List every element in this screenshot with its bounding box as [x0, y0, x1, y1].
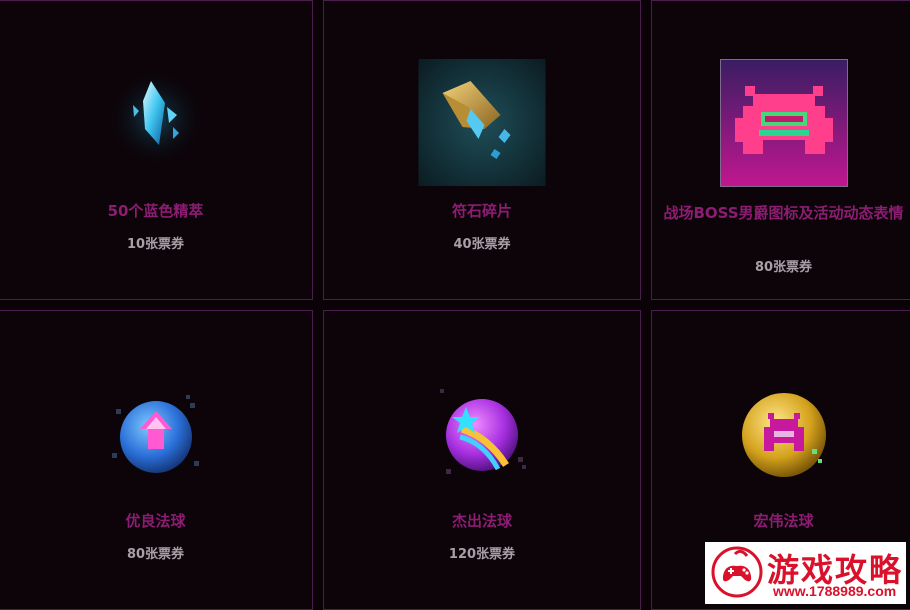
reward-card-good-orb[interactable]: 优良法球 80张票券	[0, 310, 313, 610]
blue-orb-icon	[106, 391, 206, 481]
watermark: 游戏攻略 www.1788989.com	[705, 542, 906, 604]
reward-card-boss-icon[interactable]: 战场BOSS男爵图标及活动动态表情 80张票券	[651, 0, 910, 300]
gold-orb-icon	[734, 387, 834, 483]
watermark-url: www.1788989.com	[773, 583, 897, 599]
reward-name: 优良法球	[125, 512, 186, 530]
purple-orb-icon	[432, 385, 532, 481]
gamepad-logo-icon	[711, 546, 763, 602]
reward-name: 杰出法球	[451, 512, 512, 530]
reward-card-blue-essence[interactable]: 50个蓝色精萃 10张票券	[0, 0, 313, 300]
reward-name: 50个蓝色精萃	[107, 202, 204, 220]
reward-price: 40张票券	[453, 237, 511, 252]
reward-name: 符石碎片	[451, 202, 512, 220]
reward-card-rune-shard[interactable]: 符石碎片 40张票券	[323, 0, 641, 300]
rune-shard-icon	[418, 59, 546, 186]
reward-name: 宏伟法球	[753, 512, 814, 530]
reward-price: 80张票券	[754, 260, 813, 275]
blue-essence-crystal-icon	[101, 63, 211, 173]
reward-price: 120张票券	[448, 547, 516, 562]
reward-price: 10张票券	[126, 237, 185, 252]
reward-card-excellent-orb[interactable]: 杰出法球 120张票券	[323, 310, 641, 610]
reward-name: 战场BOSS男爵图标及活动动态表情	[663, 204, 904, 222]
boss-space-invader-icon	[719, 59, 848, 187]
reward-price: 80张票券	[126, 547, 185, 562]
